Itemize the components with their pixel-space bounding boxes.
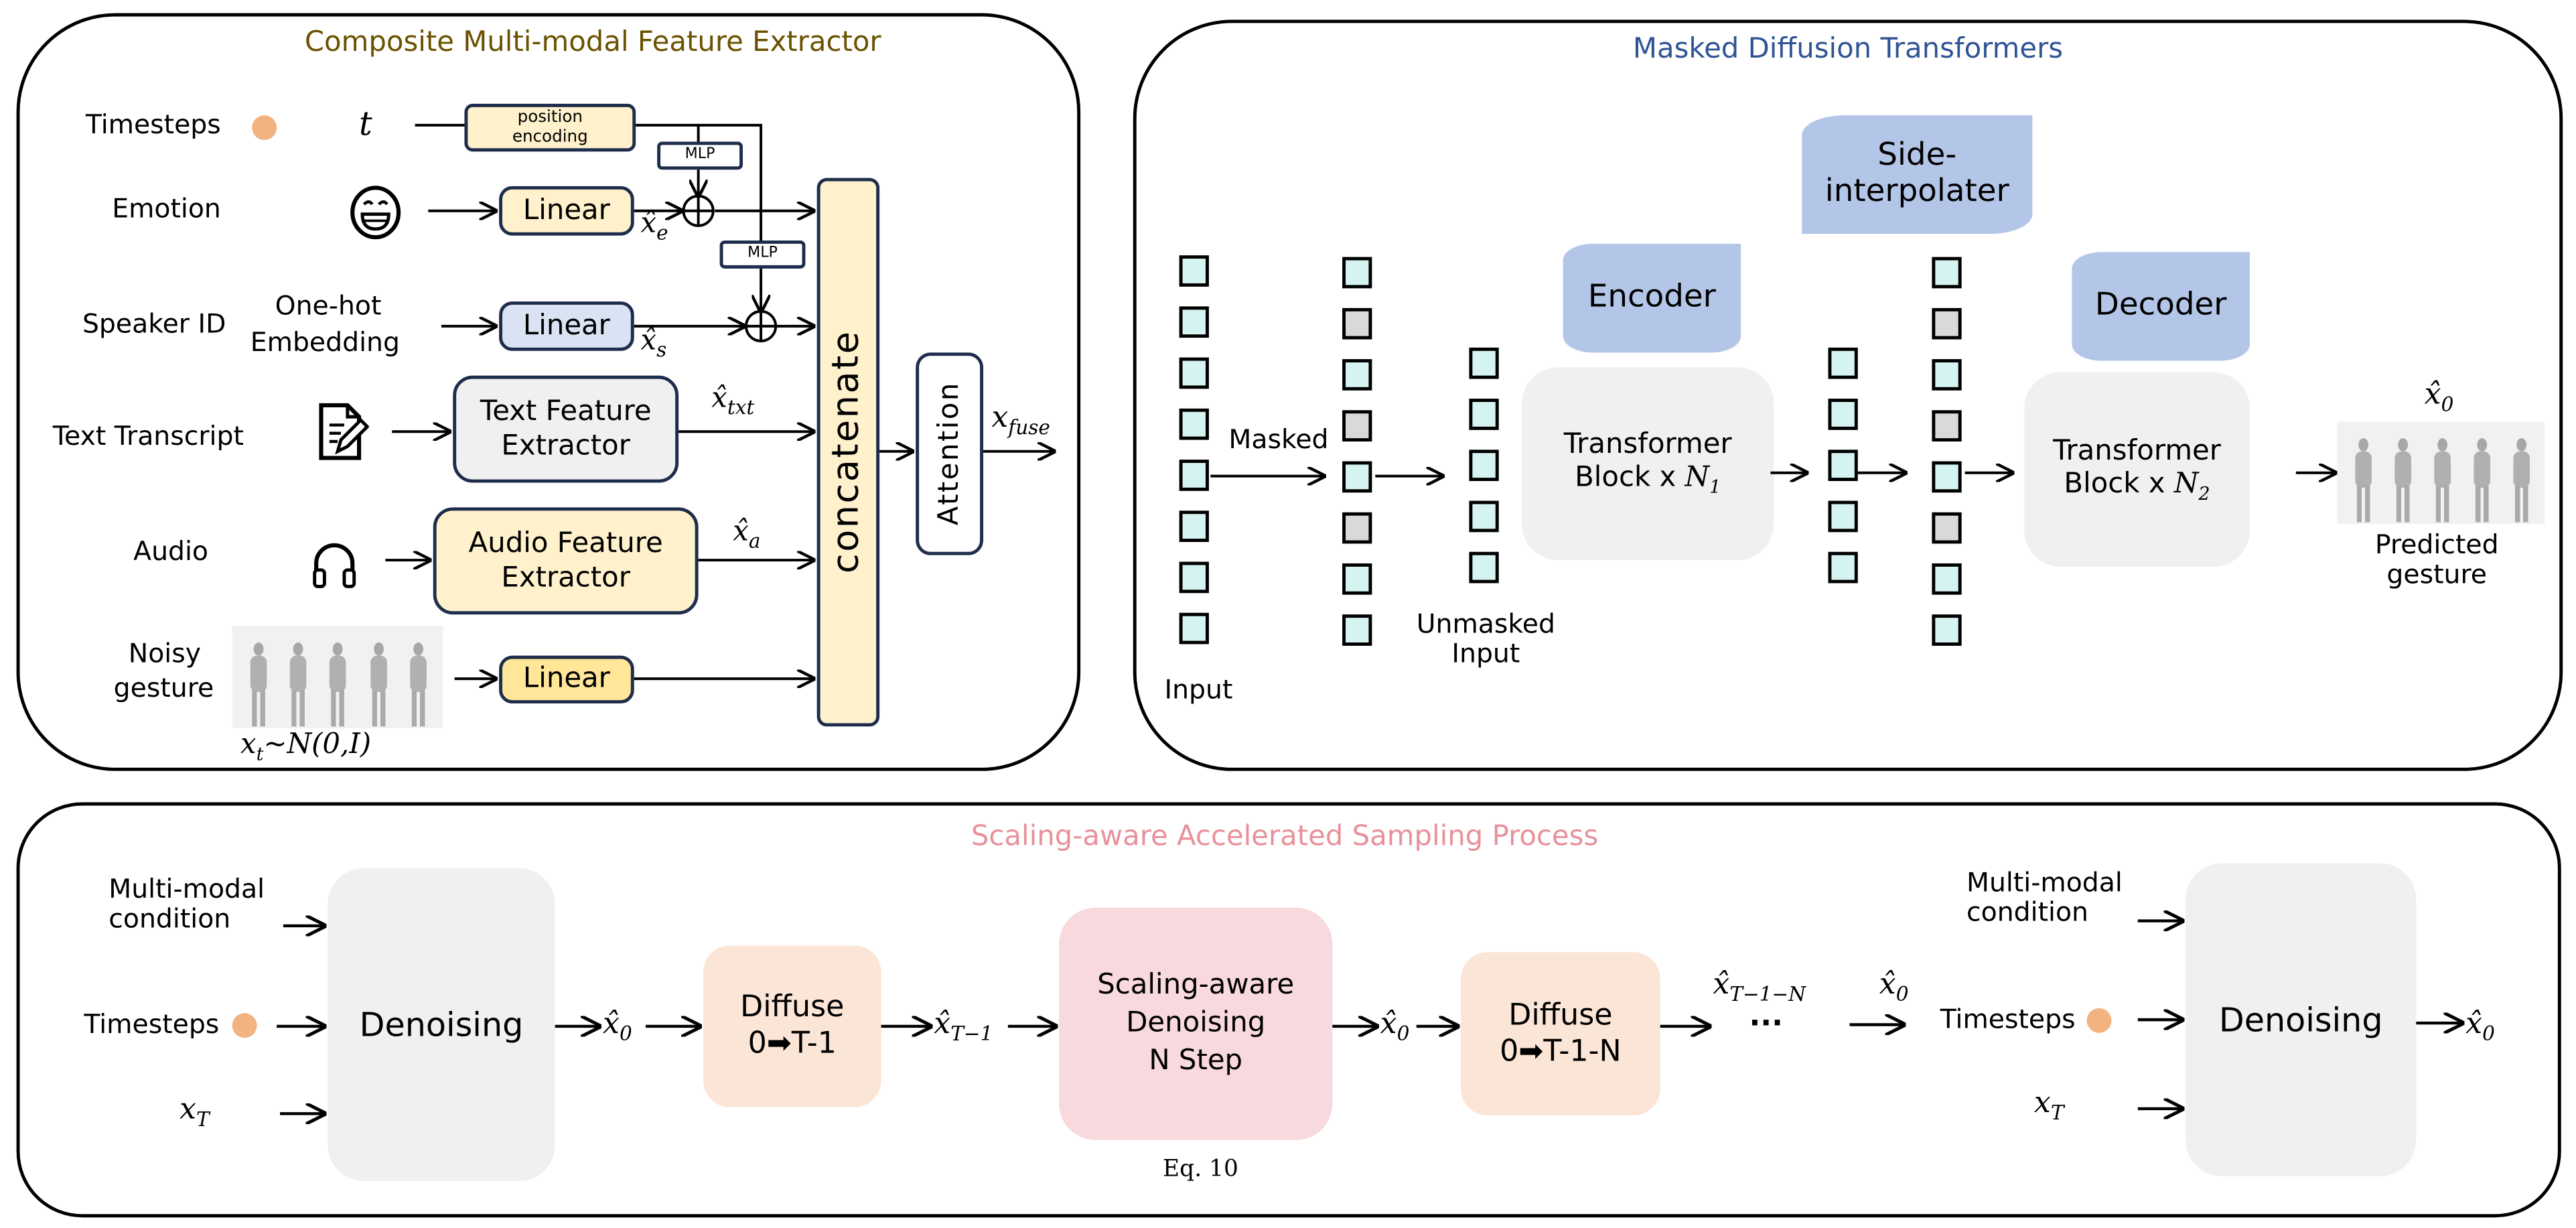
- diagram-stage: Composite Multi-modal Feature Extractor …: [0, 0, 2576, 1227]
- sampling-wires: [277, 0, 2576, 1227]
